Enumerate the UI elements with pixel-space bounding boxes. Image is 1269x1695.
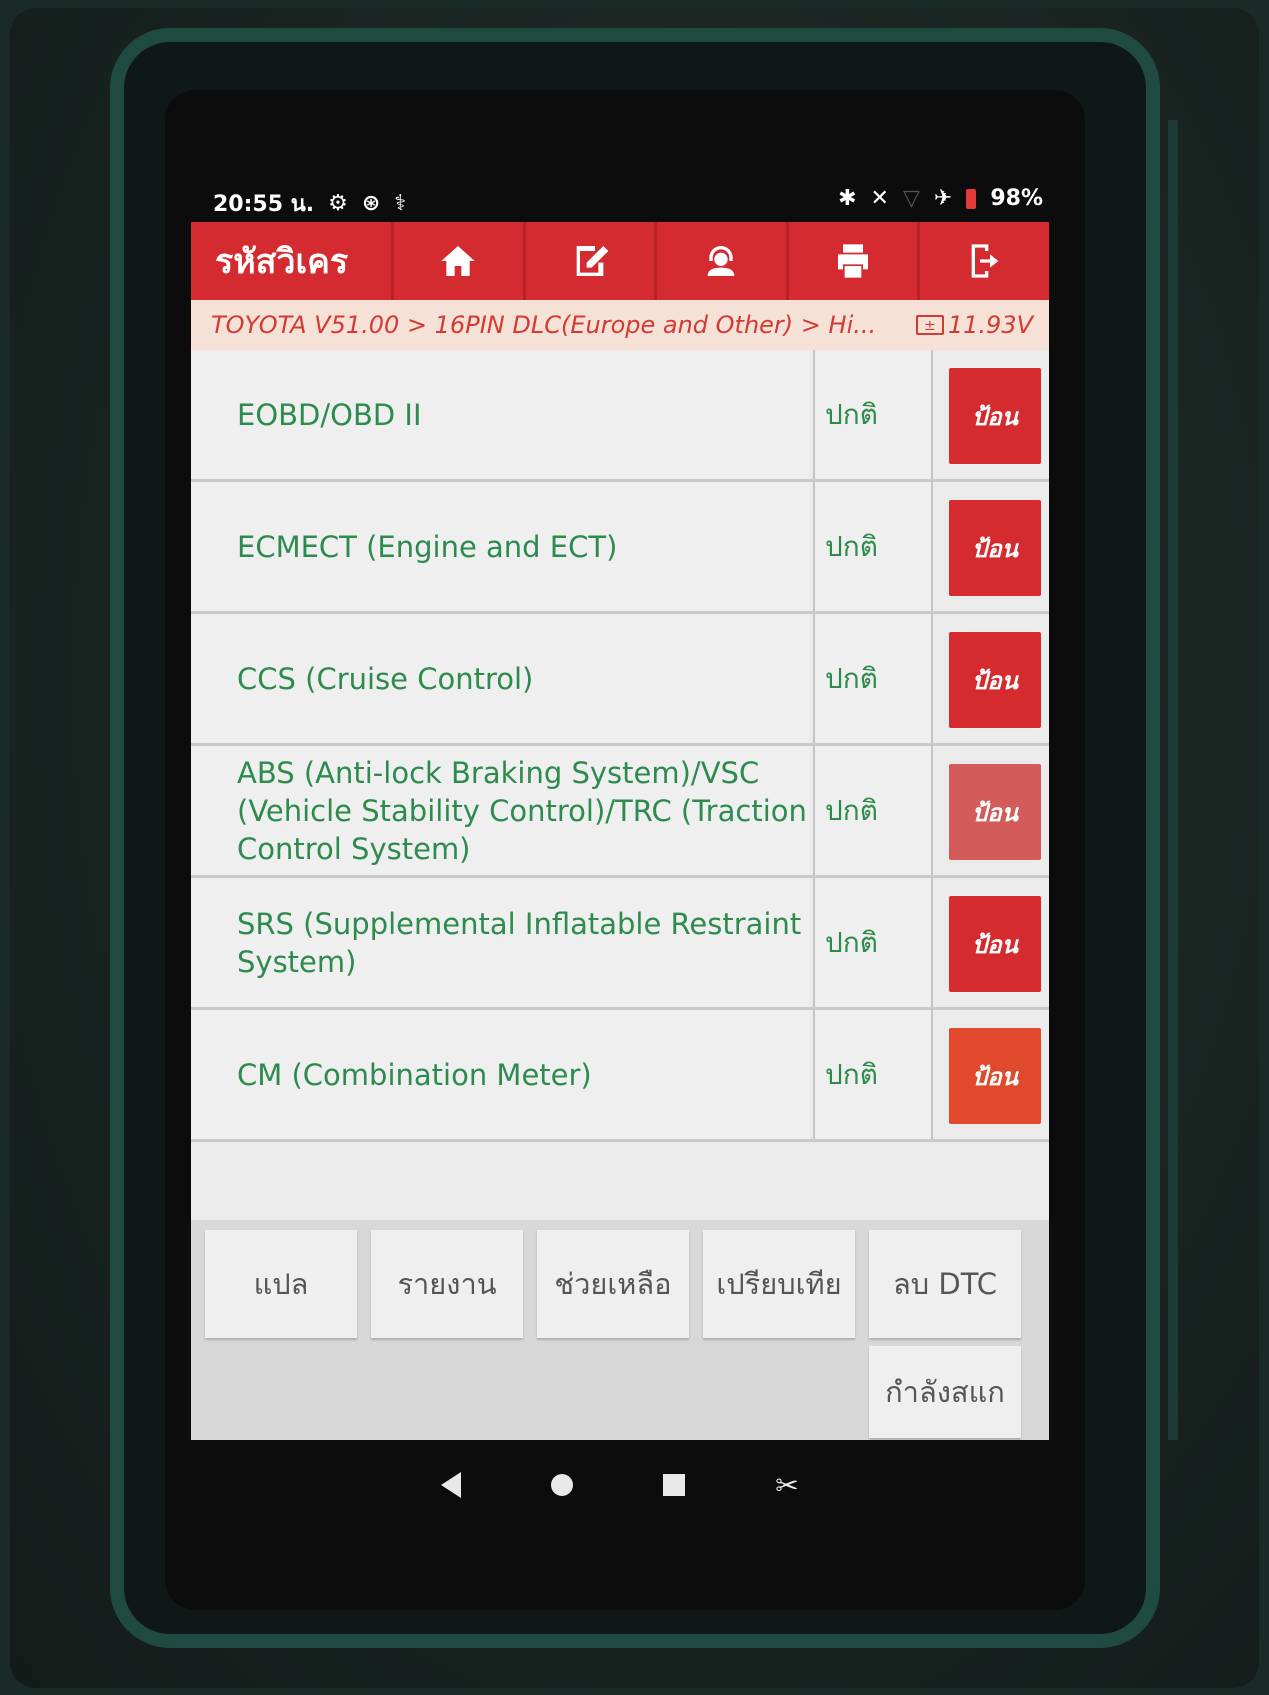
- battery-level: 98%: [990, 186, 1043, 211]
- bluetooth-icon: ✱: [838, 186, 857, 211]
- home-button[interactable]: [391, 222, 523, 300]
- help-button[interactable]: ช่วยเหลือ: [537, 1230, 689, 1338]
- exit-button[interactable]: [917, 222, 1049, 300]
- settings-gear-icon: ⚙: [328, 191, 348, 216]
- android-nav-bar: ✂: [191, 1450, 1049, 1520]
- app-toolbar: รหัสวิเคร: [191, 222, 1049, 300]
- bluetooth-circle-icon: ⊛: [361, 191, 381, 216]
- system-status: ปกติ: [813, 1010, 933, 1139]
- system-name: EOBD/OBD II: [191, 350, 809, 479]
- system-name: SRS (Supplemental Inflatable Restraint S…: [191, 878, 809, 1007]
- system-name: ABS (Anti-lock Braking System)/VSC (Vehi…: [191, 746, 809, 875]
- enter-button[interactable]: ป้อน: [949, 500, 1041, 596]
- system-status: ปกติ: [813, 350, 933, 479]
- home-nav-icon[interactable]: [551, 1474, 574, 1496]
- device-edge: [1168, 120, 1178, 1440]
- status-bar: 20:55 น. ⚙ ⊛ ⚕ ✱ ✕ ▽ ✈ 98%: [213, 180, 1043, 220]
- print-button[interactable]: [785, 222, 918, 300]
- system-status: ปกติ: [813, 482, 933, 611]
- translate-button[interactable]: แปล: [205, 1230, 357, 1338]
- breadcrumb: TOYOTA V51.00 > 16PIN DLC(Europe and Oth…: [191, 300, 1049, 350]
- list-item: EOBD/OBD II ปกติ ป้อน: [191, 350, 1049, 482]
- app-title: รหัสวิเคร: [215, 242, 349, 282]
- edit-button[interactable]: [522, 222, 655, 300]
- system-name: CM (Combination Meter): [191, 1010, 809, 1139]
- back-icon[interactable]: [441, 1472, 462, 1498]
- list-item: ABS (Anti-lock Braking System)/VSC (Vehi…: [191, 746, 1049, 878]
- system-name: CCS (Cruise Control): [191, 614, 809, 743]
- screenshot-icon[interactable]: ✂: [775, 1469, 798, 1502]
- car-battery-icon: ±: [915, 315, 944, 335]
- mute-icon: ✕: [870, 186, 889, 211]
- enter-button[interactable]: ป้อน: [949, 632, 1041, 728]
- print-icon: [838, 244, 869, 278]
- voltage-value: 11.93V: [947, 311, 1033, 339]
- wifi-icon: ▽: [902, 186, 920, 211]
- airplane-icon: ✈: [933, 186, 953, 211]
- list-item: SRS (Supplemental Inflatable Restraint S…: [191, 878, 1049, 1010]
- action-bar: แปล รายงาน ช่วยเหลือ เปรียบเทีย ลบ DTC ก…: [191, 1220, 1049, 1440]
- recents-icon[interactable]: [663, 1474, 686, 1496]
- enter-button[interactable]: ป้อน: [949, 368, 1041, 464]
- enter-button[interactable]: ป้อน: [949, 1028, 1041, 1124]
- support-icon: [708, 246, 735, 276]
- system-status: ปกติ: [813, 746, 933, 875]
- clock: 20:55 น.: [213, 192, 315, 217]
- list-item: CM (Combination Meter) ปกติ ป้อน: [191, 1010, 1049, 1142]
- home-icon: [441, 246, 475, 276]
- breadcrumb-path: TOYOTA V51.00 > 16PIN DLC(Europe and Oth…: [211, 311, 877, 339]
- clear-dtc-button[interactable]: ลบ DTC: [869, 1230, 1021, 1338]
- support-button[interactable]: [654, 222, 786, 300]
- battery-icon: [966, 188, 977, 209]
- list-item: CCS (Cruise Control) ปกติ ป้อน: [191, 614, 1049, 746]
- screen: 20:55 น. ⚙ ⊛ ⚕ ✱ ✕ ▽ ✈ 98% รหัสวิเคร TOY…: [165, 90, 1085, 1610]
- enter-button[interactable]: ป้อน: [949, 764, 1041, 860]
- report-button[interactable]: รายงาน: [371, 1230, 523, 1338]
- enter-button[interactable]: ป้อน: [949, 896, 1041, 992]
- system-name: ECMECT (Engine and ECT): [191, 482, 809, 611]
- system-list: EOBD/OBD II ปกติ ป้อน ECMECT (Engine and…: [191, 350, 1049, 1220]
- exit-icon: [971, 244, 999, 278]
- list-item: ECMECT (Engine and ECT) ปกติ ป้อน: [191, 482, 1049, 614]
- scanning-button[interactable]: กำลังสแก: [869, 1346, 1021, 1438]
- system-status: ปกติ: [813, 614, 933, 743]
- system-status: ปกติ: [813, 878, 933, 1007]
- diagnostic-icon: ⚕: [394, 191, 407, 216]
- voltage-indicator: ± 11.93V: [915, 311, 1049, 339]
- compare-button[interactable]: เปรียบเทีย: [703, 1230, 855, 1338]
- edit-icon: [576, 246, 609, 276]
